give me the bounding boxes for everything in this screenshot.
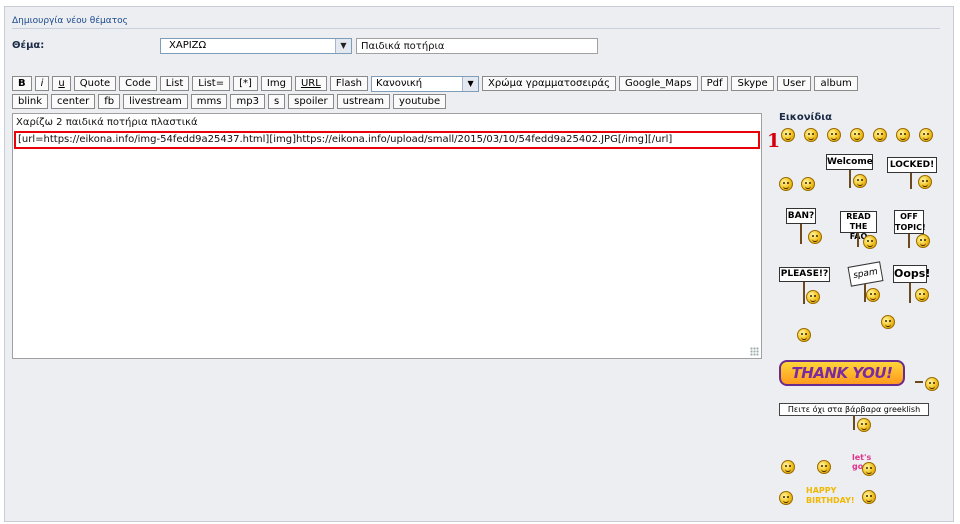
offtopic-smiley-icon[interactable] <box>916 234 930 248</box>
livestream-button[interactable]: livestream <box>123 94 188 109</box>
please-sign-icon[interactable]: PLEASE!? <box>779 267 830 282</box>
format-toolbar-row-1: B i u Quote Code List List= [*] Img URL … <box>12 76 858 92</box>
read-faq-sign-icon[interactable]: READ THE FAQ <box>840 211 877 241</box>
center-button[interactable]: center <box>51 94 96 109</box>
category-select-value: ΧΑΡΙΖΩ <box>169 40 207 51</box>
quote-button[interactable]: Quote <box>73 76 117 91</box>
thank-you-banner-icon[interactable]: THANK YOU! <box>779 360 905 386</box>
locked-sign-icon[interactable]: LOCKED! <box>887 157 937 173</box>
greeklish-banner-icon[interactable]: Πειτε όχι στα βάρβαρα greeklish <box>779 403 929 416</box>
sign-stick <box>803 282 805 304</box>
list-item-button[interactable]: [*] <box>233 76 258 91</box>
ban-sign-icon[interactable]: BAN? <box>786 208 816 224</box>
mp3-button[interactable]: mp3 <box>230 94 265 109</box>
img-button[interactable]: Img <box>260 76 292 91</box>
oops-sign-icon[interactable]: Oops! <box>893 265 930 283</box>
side-smiley-icon[interactable] <box>797 328 811 342</box>
annotation-marker: 1 <box>767 130 781 152</box>
confused-smiley-icon[interactable] <box>919 128 933 142</box>
pdf-button[interactable]: Pdf <box>700 76 729 91</box>
ordered-list-button[interactable]: List= <box>192 76 231 91</box>
welcome-sign-icon[interactable]: Welcome <box>826 154 873 170</box>
tongue-smiley-icon[interactable] <box>801 177 815 191</box>
header-divider <box>12 28 940 29</box>
category-select[interactable]: ΧΑΡΙΖΩ ▼ <box>160 38 352 54</box>
google-maps-button[interactable]: Google_Maps <box>618 76 698 91</box>
off-topic-sign-icon[interactable]: OFF TOPIC! <box>894 210 926 234</box>
resize-grip-icon[interactable] <box>750 347 759 356</box>
sign-stick <box>853 416 855 430</box>
sign-stick <box>800 224 802 244</box>
font-size-value: Κανονική <box>376 78 423 89</box>
thank-smiley-icon[interactable] <box>925 377 939 391</box>
message-line-1: Χαρίζω 2 παιδικά ποτήρια πλαστικά <box>16 117 198 128</box>
laugh-smiley-icon[interactable] <box>850 128 864 142</box>
blink-button[interactable]: blink <box>12 94 49 109</box>
format-toolbar-row-2: blink center fb livestream mms mp3 s spo… <box>12 94 447 109</box>
sad-smiley-icon[interactable] <box>779 177 793 191</box>
faq-smiley-icon[interactable] <box>863 235 877 249</box>
sunglasses-smiley-icon[interactable] <box>896 128 910 142</box>
greeklish-smiley-icon[interactable] <box>857 418 871 432</box>
album-button[interactable]: album <box>814 76 858 91</box>
bold-button[interactable]: B <box>12 76 32 91</box>
mms-button[interactable]: mms <box>190 94 228 109</box>
please-smiley-icon[interactable] <box>806 290 820 304</box>
page-title: Δημιουργία νέου θέματος <box>12 16 128 26</box>
strike-button[interactable]: s <box>267 94 286 109</box>
sign-stick <box>908 234 910 248</box>
flash-button[interactable]: Flash <box>329 76 369 91</box>
subject-title-input[interactable] <box>356 38 598 54</box>
welcome-smiley-icon[interactable] <box>853 174 867 188</box>
smilies-title: Εικονίδια <box>779 112 833 123</box>
sign-stick <box>910 173 912 189</box>
happy-birthday-icon[interactable]: HAPPY BIRTHDAY! <box>806 486 855 506</box>
ban-smiley-icon[interactable] <box>808 230 822 244</box>
party-smiley-icon[interactable] <box>779 491 793 505</box>
code-button[interactable]: Code <box>119 76 157 91</box>
font-color-button[interactable]: Χρώμα γραμματοσειράς <box>482 76 616 91</box>
wink-smiley-icon[interactable] <box>827 128 841 142</box>
fb-button[interactable]: fb <box>98 94 121 109</box>
lets-go-smiley-icon[interactable] <box>862 462 876 476</box>
roll-smiley-icon[interactable] <box>862 490 876 504</box>
yawn-smiley-icon[interactable] <box>817 460 831 474</box>
shock-smiley-icon[interactable] <box>873 128 887 142</box>
sign-stick <box>849 170 851 188</box>
locked-smiley-icon[interactable] <box>918 175 932 189</box>
list-button[interactable]: List <box>159 76 190 91</box>
sign-stick <box>915 381 923 383</box>
oops-smiley-icon[interactable] <box>915 288 929 302</box>
cool-smiley-icon[interactable] <box>781 128 795 142</box>
url-button[interactable]: URL <box>294 76 327 91</box>
ustream-button[interactable]: ustream <box>336 94 391 109</box>
subject-label: Θέμα: <box>12 40 45 51</box>
chevron-down-icon[interactable]: ▼ <box>335 39 351 53</box>
underline-button[interactable]: u <box>52 76 71 91</box>
message-textarea[interactable]: Χαρίζω 2 παιδικά ποτήρια πλαστικά [url=h… <box>12 113 762 359</box>
peek-smiley-icon[interactable] <box>781 460 795 474</box>
eyes-smiley-icon[interactable] <box>881 315 895 329</box>
highlighted-bbcode-line: [url=https://eikona.info/img-54fedd9a254… <box>14 131 760 149</box>
sign-stick <box>909 283 911 303</box>
spam-smiley-icon[interactable] <box>866 288 880 302</box>
sign-stick <box>857 233 859 247</box>
italic-button[interactable]: i <box>34 76 50 91</box>
spoiler-button[interactable]: spoiler <box>288 94 334 109</box>
font-size-select[interactable]: Κανονική ▼ <box>371 76 480 92</box>
skype-button[interactable]: Skype <box>731 76 774 91</box>
user-button[interactable]: User <box>776 76 812 91</box>
youtube-button[interactable]: youtube <box>393 94 447 109</box>
grin-smiley-icon[interactable] <box>804 128 818 142</box>
chevron-down-icon[interactable]: ▼ <box>462 77 479 91</box>
